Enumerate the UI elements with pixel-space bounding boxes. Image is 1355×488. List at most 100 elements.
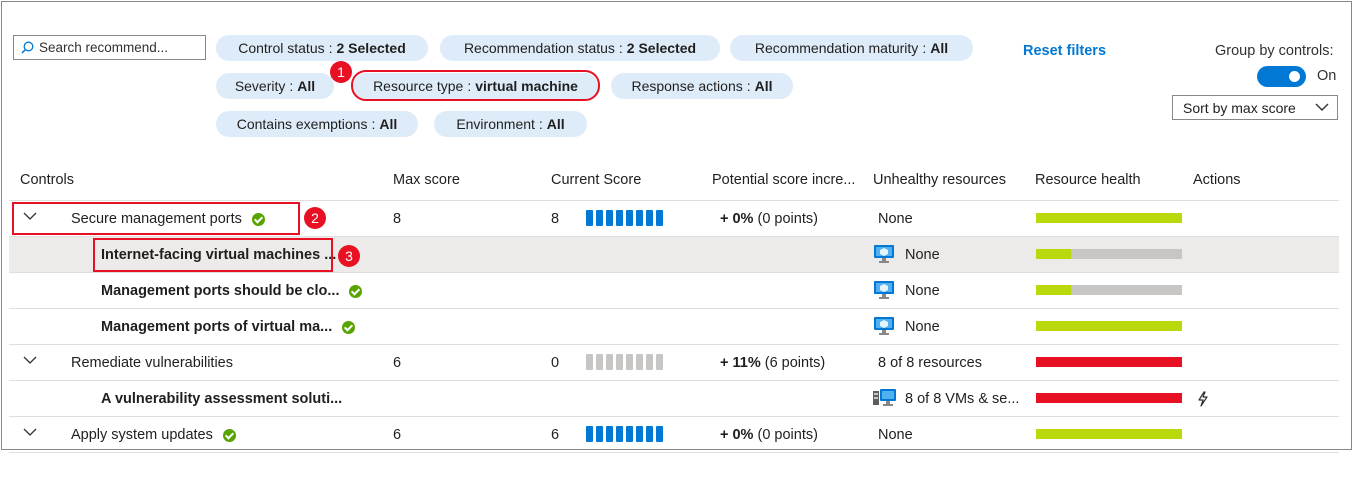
score-segment: [636, 210, 643, 226]
health-segment-healthy: [1036, 285, 1072, 295]
column-header-actions[interactable]: Actions: [1193, 172, 1241, 188]
chevron-down-icon[interactable]: [23, 428, 37, 437]
resource-health-bar: [1036, 357, 1182, 367]
potential-increase: + 0% (0 points): [720, 211, 818, 227]
max-score: 6: [393, 427, 402, 443]
recommendation-name[interactable]: Management ports of virtual ma...: [101, 319, 356, 335]
chevron-down-icon[interactable]: [23, 356, 37, 365]
score-segment: [626, 426, 633, 442]
vm-group-icon: [873, 388, 897, 411]
control-name[interactable]: Remediate vulnerabilities: [71, 355, 233, 371]
column-header-controls[interactable]: Controls: [20, 172, 74, 188]
filter-value: 2 Selected: [336, 40, 406, 56]
filter-label: Recommendation maturity: [754, 40, 919, 56]
score-segment: [586, 210, 593, 226]
filter-control-status[interactable]: Control status:2 Selected: [216, 35, 428, 61]
virtual-machine-icon: [873, 280, 895, 303]
health-segment-unhealthy: [1036, 357, 1182, 367]
score-segment: [636, 354, 643, 370]
search-placeholder: Search recommend...: [39, 40, 169, 55]
virtual-machine-icon: [873, 244, 895, 267]
control-name-text: Apply system updates: [71, 427, 213, 443]
score-segment: [636, 426, 643, 442]
score-segment: [606, 354, 613, 370]
recommendation-name[interactable]: Management ports should be clo...: [101, 283, 363, 299]
score-segment: [596, 354, 603, 370]
score-segment: [626, 210, 633, 226]
increase-points: (0 points): [757, 427, 818, 443]
score-segment: [626, 354, 633, 370]
search-icon: [21, 41, 34, 54]
filter-response-actions[interactable]: Response actions: All: [611, 73, 793, 99]
max-score: 8: [393, 211, 402, 227]
sort-value: Sort by max score: [1183, 99, 1296, 116]
chevron-down-icon: [1315, 103, 1329, 111]
filter-value: All: [297, 78, 316, 94]
highlight-control-row: [12, 202, 300, 235]
column-header-resource-health[interactable]: Resource health: [1035, 172, 1141, 188]
score-bar: [586, 210, 663, 226]
control-row[interactable]: Remediate vulnerabilities 6 0 + 11% (6 poin…: [9, 344, 1339, 380]
column-header-unhealthy-resources[interactable]: Unhealthy resources: [873, 172, 1006, 188]
reset-filters-link[interactable]: Reset filters: [1023, 43, 1106, 59]
callout-badge-2: 2: [304, 207, 326, 229]
filter-separator: :: [328, 40, 333, 56]
filter-label: Response actions: [631, 78, 743, 94]
filter-label: Environment: [456, 116, 535, 132]
recommendation-name-text: A vulnerability assessment soluti...: [101, 391, 343, 407]
resource-health-bar: [1036, 285, 1182, 295]
control-row[interactable]: Apply system updates 6 6 + 0% (0 points) Non…: [9, 416, 1339, 452]
recommendation-row[interactable]: Management ports of virtual ma... None: [9, 308, 1339, 344]
health-segment-healthy: [1036, 249, 1072, 259]
resource-health-bar: [1036, 429, 1182, 439]
column-header-potential-increase[interactable]: Potential score incre...: [712, 172, 855, 188]
sort-dropdown[interactable]: Sort by max score: [1172, 95, 1338, 120]
virtual-machine-icon: [873, 316, 895, 339]
control-name[interactable]: Apply system updates: [71, 427, 236, 443]
health-segment-not-applicable: [1071, 249, 1182, 259]
group-by-state: On: [1317, 68, 1337, 84]
callout-badge-1: 1: [330, 61, 352, 83]
filter-severity[interactable]: Severity: All: [216, 73, 334, 99]
filter-label: Recommendation status: [463, 40, 615, 56]
recommendation-name[interactable]: A vulnerability assessment soluti...: [101, 391, 342, 407]
recommendation-row[interactable]: Management ports should be clo... None: [9, 272, 1339, 308]
score-segment: [656, 354, 663, 370]
score-segment: [616, 426, 623, 442]
filter-recommendation-status[interactable]: Recommendation status:2 Selected: [440, 35, 720, 61]
max-score: 6: [393, 355, 402, 371]
healthy-check-icon: [349, 284, 363, 298]
recommendation-row[interactable]: A vulnerability assessment soluti... 8 of…: [9, 380, 1339, 416]
score-segment: [646, 354, 653, 370]
health-segment-unhealthy: [1036, 393, 1182, 403]
score-segment: [646, 426, 653, 442]
search-box[interactable]: Search recommend...: [13, 35, 206, 60]
unhealthy-resources: None: [905, 319, 940, 335]
unhealthy-resources: None: [905, 247, 940, 263]
filter-value: All: [754, 78, 773, 94]
resource-health-bar: [1036, 321, 1182, 331]
column-header-max-score[interactable]: Max score: [393, 172, 460, 188]
unhealthy-resources: 8 of 8 VMs & se...: [905, 391, 1020, 407]
control-name-text: Remediate vulnerabilities: [71, 355, 233, 371]
score-bar: [586, 426, 663, 442]
health-segment-healthy: [1036, 321, 1182, 331]
score-segment: [646, 210, 653, 226]
lightning-icon[interactable]: [1197, 391, 1209, 407]
highlight-recommendation-row: [93, 238, 333, 272]
filter-environment[interactable]: Environment: All: [434, 111, 587, 137]
filter-value: All: [546, 116, 565, 132]
group-by-toggle[interactable]: [1257, 66, 1306, 87]
health-segment-not-applicable: [1071, 285, 1182, 295]
filter-contains-exemptions[interactable]: Contains exemptions: All: [216, 111, 418, 137]
health-segment-healthy: [1036, 429, 1182, 439]
filter-recommendation-maturity[interactable]: Recommendation maturity: All: [730, 35, 973, 61]
increase-percent: + 0%: [720, 427, 754, 443]
health-segment-healthy: [1036, 213, 1182, 223]
potential-increase: + 11% (6 points): [720, 355, 825, 371]
increase-points: (6 points): [764, 355, 826, 371]
filter-value: All: [930, 40, 949, 56]
score-segment: [606, 426, 613, 442]
recommendation-name-text: Management ports of virtual ma...: [101, 319, 333, 335]
column-header-current-score[interactable]: Current Score: [551, 172, 641, 188]
